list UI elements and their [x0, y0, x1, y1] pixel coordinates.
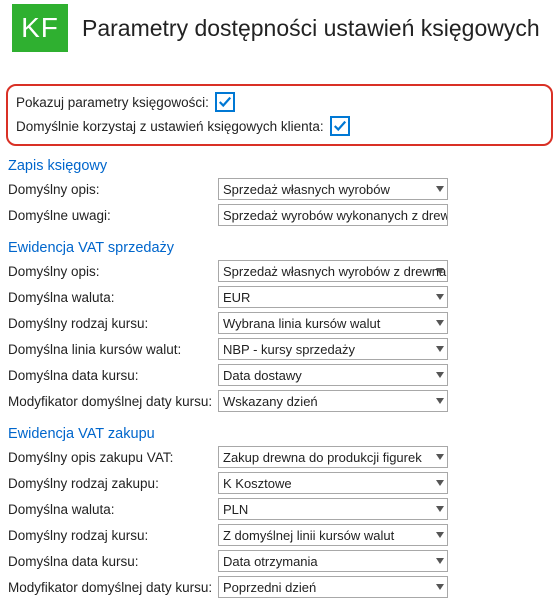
section-title-vat-purchase: Ewidencja VAT zakupu: [8, 426, 551, 442]
header: KF Parametry dostępności ustawień księgo…: [0, 0, 559, 56]
vat-purchase-rate-type-combo[interactable]: Z domyślnej linii kursów walut: [218, 524, 448, 546]
vat-sale-desc-combo[interactable]: Sprzedaż własnych wyrobów z drewna: [218, 260, 448, 282]
use-client-settings-checkbox[interactable]: [330, 116, 350, 136]
section-title-vat-sale: Ewidencja VAT sprzedaży: [8, 240, 551, 256]
section-vat-purchase: Ewidencja VAT zakupu Domyślny opis zakup…: [0, 418, 559, 604]
use-client-settings-label: Domyślnie korzystaj z ustawień księgowyc…: [16, 119, 324, 134]
app-logo: KF: [12, 4, 68, 52]
highlighted-options: Pokazuj parametry księgowości: Domyślnie…: [6, 84, 553, 146]
section-zapis: Zapis księgowy Domyślny opis: Sprzedaż w…: [0, 150, 559, 232]
vat-sale-currency-combo[interactable]: EUR: [218, 286, 448, 308]
vat-sale-rate-date-label: Domyślna data kursu:: [8, 368, 218, 383]
vat-sale-rate-mod-label: Modyfikator domyślnej daty kursu:: [8, 394, 218, 409]
vat-sale-rate-mod-combo[interactable]: Wskazany dzień: [218, 390, 448, 412]
vat-purchase-rate-date-label: Domyślna data kursu:: [8, 554, 218, 569]
vat-purchase-type-label: Domyślny rodzaj zakupu:: [8, 476, 218, 491]
zapis-default-desc-label: Domyślny opis:: [8, 182, 218, 197]
vat-sale-rate-date-combo[interactable]: Data dostawy: [218, 364, 448, 386]
zapis-default-desc-combo[interactable]: Sprzedaż własnych wyrobów: [218, 178, 448, 200]
vat-purchase-rate-mod-combo[interactable]: Poprzedni dzień: [218, 576, 448, 598]
check-icon: [333, 119, 347, 133]
vat-purchase-rate-mod-label: Modyfikator domyślnej daty kursu:: [8, 580, 218, 595]
vat-purchase-currency-label: Domyślna waluta:: [8, 502, 218, 517]
check-icon: [218, 95, 232, 109]
vat-purchase-type-combo[interactable]: K Kosztowe: [218, 472, 448, 494]
zapis-default-notes-label: Domyślne uwagi:: [8, 208, 218, 223]
vat-purchase-rate-date-combo[interactable]: Data otrzymania: [218, 550, 448, 572]
vat-sale-rate-type-combo[interactable]: Wybrana linia kursów walut: [218, 312, 448, 334]
section-vat-sale: Ewidencja VAT sprzedaży Domyślny opis: S…: [0, 232, 559, 418]
zapis-default-notes-input[interactable]: Sprzedaż wyrobów wykonanych z drewna: [218, 204, 448, 226]
vat-sale-rate-type-label: Domyślny rodzaj kursu:: [8, 316, 218, 331]
show-params-checkbox[interactable]: [215, 92, 235, 112]
vat-purchase-currency-combo[interactable]: PLN: [218, 498, 448, 520]
vat-sale-rate-line-label: Domyślna linia kursów walut:: [8, 342, 218, 357]
vat-purchase-desc-label: Domyślny opis zakupu VAT:: [8, 450, 218, 465]
vat-purchase-rate-type-label: Domyślny rodzaj kursu:: [8, 528, 218, 543]
vat-sale-rate-line-combo[interactable]: NBP - kursy sprzedaży: [218, 338, 448, 360]
show-params-label: Pokazuj parametry księgowości:: [16, 95, 209, 110]
vat-sale-currency-label: Domyślna waluta:: [8, 290, 218, 305]
vat-purchase-desc-combo[interactable]: Zakup drewna do produkcji figurek: [218, 446, 448, 468]
section-title-zapis: Zapis księgowy: [8, 158, 551, 174]
page-title: Parametry dostępności ustawień księgowyc…: [82, 15, 540, 42]
vat-sale-desc-label: Domyślny opis:: [8, 264, 218, 279]
